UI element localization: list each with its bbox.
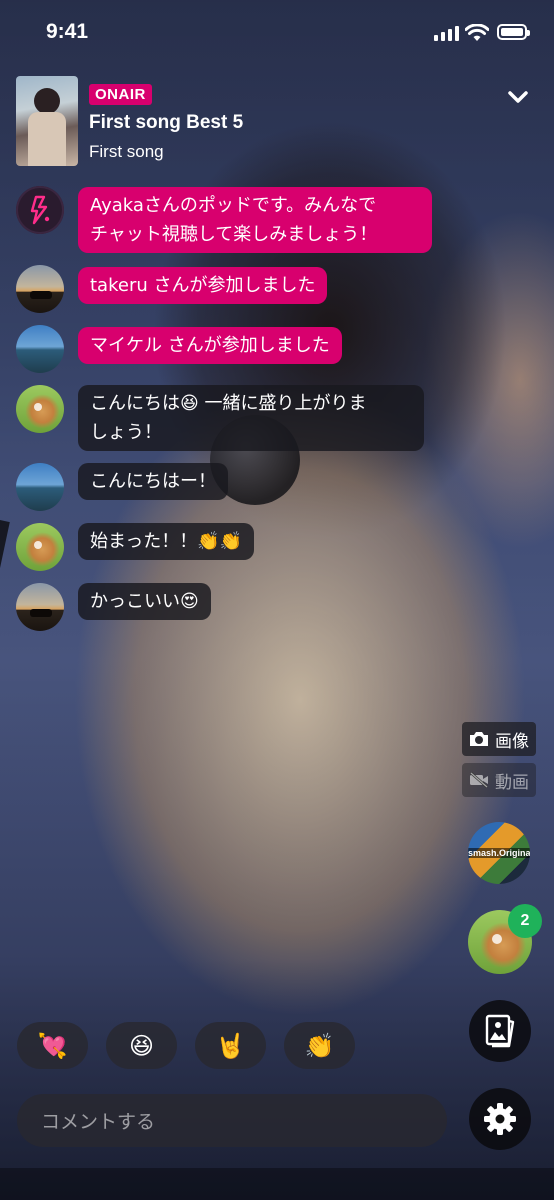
avatar[interactable] [16, 325, 64, 373]
reaction-clap-button[interactable]: 👏 [284, 1022, 355, 1069]
avatar[interactable] [16, 186, 64, 234]
gallery-button[interactable] [469, 1000, 531, 1062]
chat-message: こんにちは😆 一緒に盛り上がりま しょう！ [16, 385, 456, 451]
settings-button[interactable] [469, 1088, 531, 1150]
photo-card-icon [485, 1014, 515, 1048]
show-title: First song Best 5 [89, 112, 244, 133]
onair-badge: ONAIR [89, 84, 152, 105]
chat-bubble: マイケル さんが参加しました [78, 327, 342, 364]
chat-message: Ayakaさんのポッドです。みんなで チャット視聴して楽しみましょう！ [16, 186, 456, 253]
chat-bubble: こんにちは😆 一緒に盛り上がりま しょう！ [78, 385, 424, 451]
channel-avatar[interactable]: smash.Originals [468, 822, 530, 884]
reaction-rock-button[interactable]: 🤘 [195, 1022, 266, 1069]
avatar[interactable] [16, 385, 64, 433]
comment-placeholder: コメントする [41, 1111, 156, 1133]
avatar[interactable] [16, 583, 64, 631]
collapse-button[interactable] [505, 84, 531, 110]
chat-bubble: 始まった！！👏👏 [78, 523, 255, 560]
video-button[interactable]: 動画 [462, 763, 536, 797]
status-bar: 9:41 [0, 0, 554, 68]
camera-icon [470, 732, 488, 746]
channel-label: smash.Originals [468, 848, 530, 858]
video-off-icon [470, 772, 488, 788]
chat-message: こんにちはー！ [16, 463, 456, 511]
chat-message: takeru さんが参加しました [16, 265, 456, 313]
chat-text: Ayakaさんのポッドです。みんなで [90, 195, 377, 216]
chat-bubble: こんにちはー！ [78, 463, 228, 500]
participant-count-badge: 2 [508, 904, 542, 938]
comment-input[interactable]: コメントする [17, 1094, 447, 1147]
bolt-logo-icon [30, 195, 50, 225]
reaction-laugh-button[interactable]: 😆 [106, 1022, 177, 1069]
chat-bubble: Ayakaさんのポッドです。みんなで チャット視聴して楽しみましょう！ [78, 187, 432, 253]
chat-bubble: takeru さんが参加しました [78, 267, 328, 304]
avatar[interactable] [16, 463, 64, 511]
show-subtitle: First song [89, 142, 164, 161]
chat-text: こんにちは😆 一緒に盛り上がりま [90, 393, 367, 414]
reaction-heart-button[interactable]: 💘 [17, 1022, 88, 1069]
status-time: 9:41 [46, 20, 89, 43]
chat-message: マイケル さんが参加しました [16, 325, 456, 373]
cellular-signal-icon [434, 26, 459, 41]
chat-text: チャット視聴して楽しみましょう！ [90, 224, 378, 245]
reaction-bar: 💘 😆 🤘 👏 [17, 1022, 355, 1069]
video-label: 動画 [495, 772, 529, 793]
photo-label: 画像 [495, 731, 529, 752]
photo-button[interactable]: 画像 [462, 722, 536, 756]
chevron-down-icon [508, 91, 528, 103]
chat-message: 始まった！！👏👏 [16, 523, 456, 571]
chat-message: かっこいい😍 [16, 583, 456, 631]
bottom-safe-area [0, 1168, 554, 1200]
avatar[interactable] [16, 265, 64, 313]
album-cover[interactable] [16, 76, 78, 166]
wifi-icon [465, 24, 489, 41]
chat-text: しょう！ [90, 422, 162, 443]
chat-bubble: かっこいい😍 [78, 583, 211, 620]
gear-icon [484, 1103, 516, 1135]
avatar[interactable] [16, 523, 64, 571]
chat-list[interactable]: Ayakaさんのポッドです。みんなで チャット視聴して楽しみましょう！ take… [16, 186, 456, 643]
battery-icon [497, 24, 530, 40]
